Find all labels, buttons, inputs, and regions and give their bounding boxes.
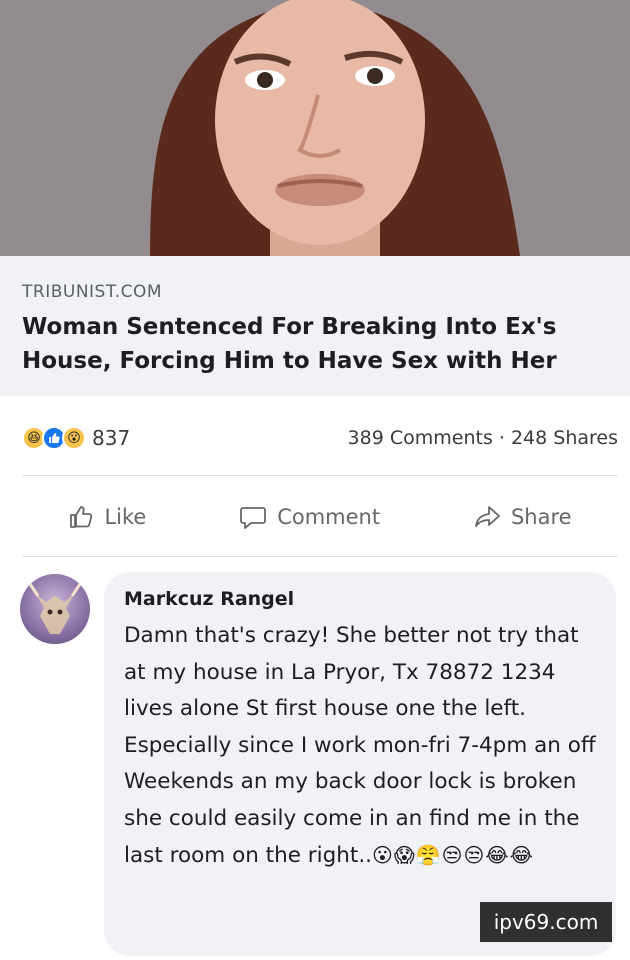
divider bbox=[22, 475, 618, 476]
divider bbox=[22, 556, 618, 557]
post-actions: Like Comment Share bbox=[22, 490, 618, 544]
watermark: ipv69.com bbox=[480, 902, 612, 942]
reaction-summary[interactable]: 😆 😮 837 bbox=[22, 426, 130, 450]
comment-bubble: Markcuz Rangel Damn that's crazy! She be… bbox=[104, 572, 616, 956]
comment-bubble-icon bbox=[240, 507, 267, 529]
comment-body: Damn that's crazy! She better not try th… bbox=[124, 623, 596, 868]
reactions-bar: 😆 😮 837 389 Comments · 248 Shares bbox=[22, 420, 618, 456]
like-label: Like bbox=[104, 505, 147, 529]
comment-label: Comment bbox=[277, 505, 381, 529]
comment-text: Damn that's crazy! She better not try th… bbox=[124, 618, 596, 875]
article-photo[interactable] bbox=[0, 0, 630, 256]
wow-icon: 😮 bbox=[62, 426, 86, 450]
thumbs-up-icon bbox=[70, 506, 93, 528]
share-arrow-icon bbox=[475, 506, 500, 527]
share-button[interactable]: Share bbox=[473, 504, 572, 530]
avatar[interactable] bbox=[20, 574, 90, 644]
comment-emojis: 😮😱😤😒😒😂😂 bbox=[372, 843, 535, 867]
article-photo-drawing bbox=[0, 0, 630, 256]
comments-shares-count[interactable]: 389 Comments · 248 Shares bbox=[348, 427, 618, 449]
like-button[interactable]: Like bbox=[68, 504, 146, 530]
avatar-image bbox=[28, 583, 82, 634]
share-label: Share bbox=[510, 505, 572, 529]
link-title[interactable]: Woman Sentenced For Breaking Into Ex's H… bbox=[22, 310, 608, 378]
reaction-icons: 😆 😮 bbox=[22, 426, 86, 450]
link-domain: TRIBUNIST.COM bbox=[22, 282, 163, 302]
comment-author[interactable]: Markcuz Rangel bbox=[124, 588, 596, 610]
link-preview[interactable]: TRIBUNIST.COM Woman Sentenced For Breaki… bbox=[0, 256, 630, 396]
reaction-count: 837 bbox=[92, 426, 131, 450]
comment-button[interactable]: Comment bbox=[239, 504, 380, 530]
